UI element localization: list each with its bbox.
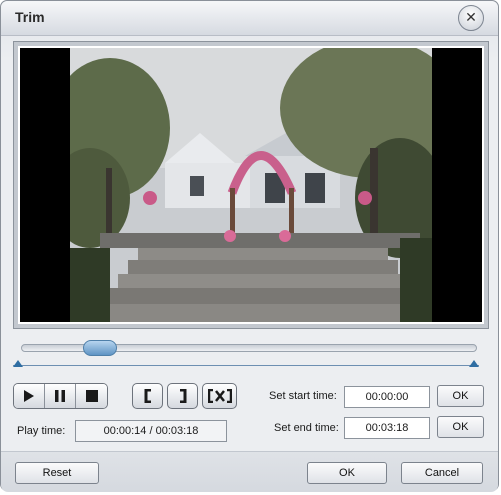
- end-time-label: Set end time:: [274, 422, 339, 434]
- play-icon: [24, 390, 34, 402]
- trim-dialog: Trim ✕ Play time: 00:00:14 / 00:03:18 Se…: [0, 0, 499, 492]
- end-time-input[interactable]: 00:03:18: [344, 417, 430, 439]
- start-marker[interactable]: [13, 360, 23, 367]
- start-time-input[interactable]: 00:00:00: [344, 386, 430, 408]
- ok-button[interactable]: OK: [307, 462, 387, 484]
- clear-marks-button[interactable]: [202, 383, 237, 409]
- video-preview-frame: [13, 41, 489, 329]
- end-marker[interactable]: [469, 360, 479, 367]
- play-time-display: 00:00:14 / 00:03:18: [75, 420, 227, 442]
- title-bar[interactable]: Trim ✕: [1, 1, 498, 36]
- start-time-ok-button[interactable]: OK: [437, 385, 484, 407]
- play-time-label: Play time:: [17, 425, 66, 437]
- seek-slider-thumb[interactable]: [83, 340, 117, 356]
- mark-controls: [132, 383, 237, 409]
- close-button[interactable]: ✕: [458, 5, 484, 31]
- pause-icon: [55, 390, 65, 402]
- cancel-button[interactable]: Cancel: [401, 462, 483, 484]
- stop-icon: [85, 390, 98, 402]
- video-frame-image: [70, 48, 432, 322]
- pause-button[interactable]: [45, 384, 76, 408]
- mark-out-icon: [179, 389, 186, 403]
- close-icon: ✕: [465, 10, 477, 26]
- mark-in-icon: [144, 389, 151, 403]
- clear-marks-icon: [207, 389, 232, 403]
- mark-out-button[interactable]: [167, 383, 198, 409]
- playback-controls: [13, 383, 108, 409]
- dialog-title: Trim: [15, 9, 45, 25]
- play-button[interactable]: [14, 384, 45, 408]
- mark-in-button[interactable]: [132, 383, 163, 409]
- stop-button[interactable]: [76, 384, 107, 408]
- trim-range-bar: [13, 365, 479, 366]
- end-time-ok-button[interactable]: OK: [437, 416, 484, 438]
- video-preview: [20, 48, 482, 322]
- start-time-label: Set start time:: [269, 390, 337, 402]
- dialog-footer: Reset OK Cancel: [1, 451, 498, 492]
- reset-button[interactable]: Reset: [15, 462, 99, 484]
